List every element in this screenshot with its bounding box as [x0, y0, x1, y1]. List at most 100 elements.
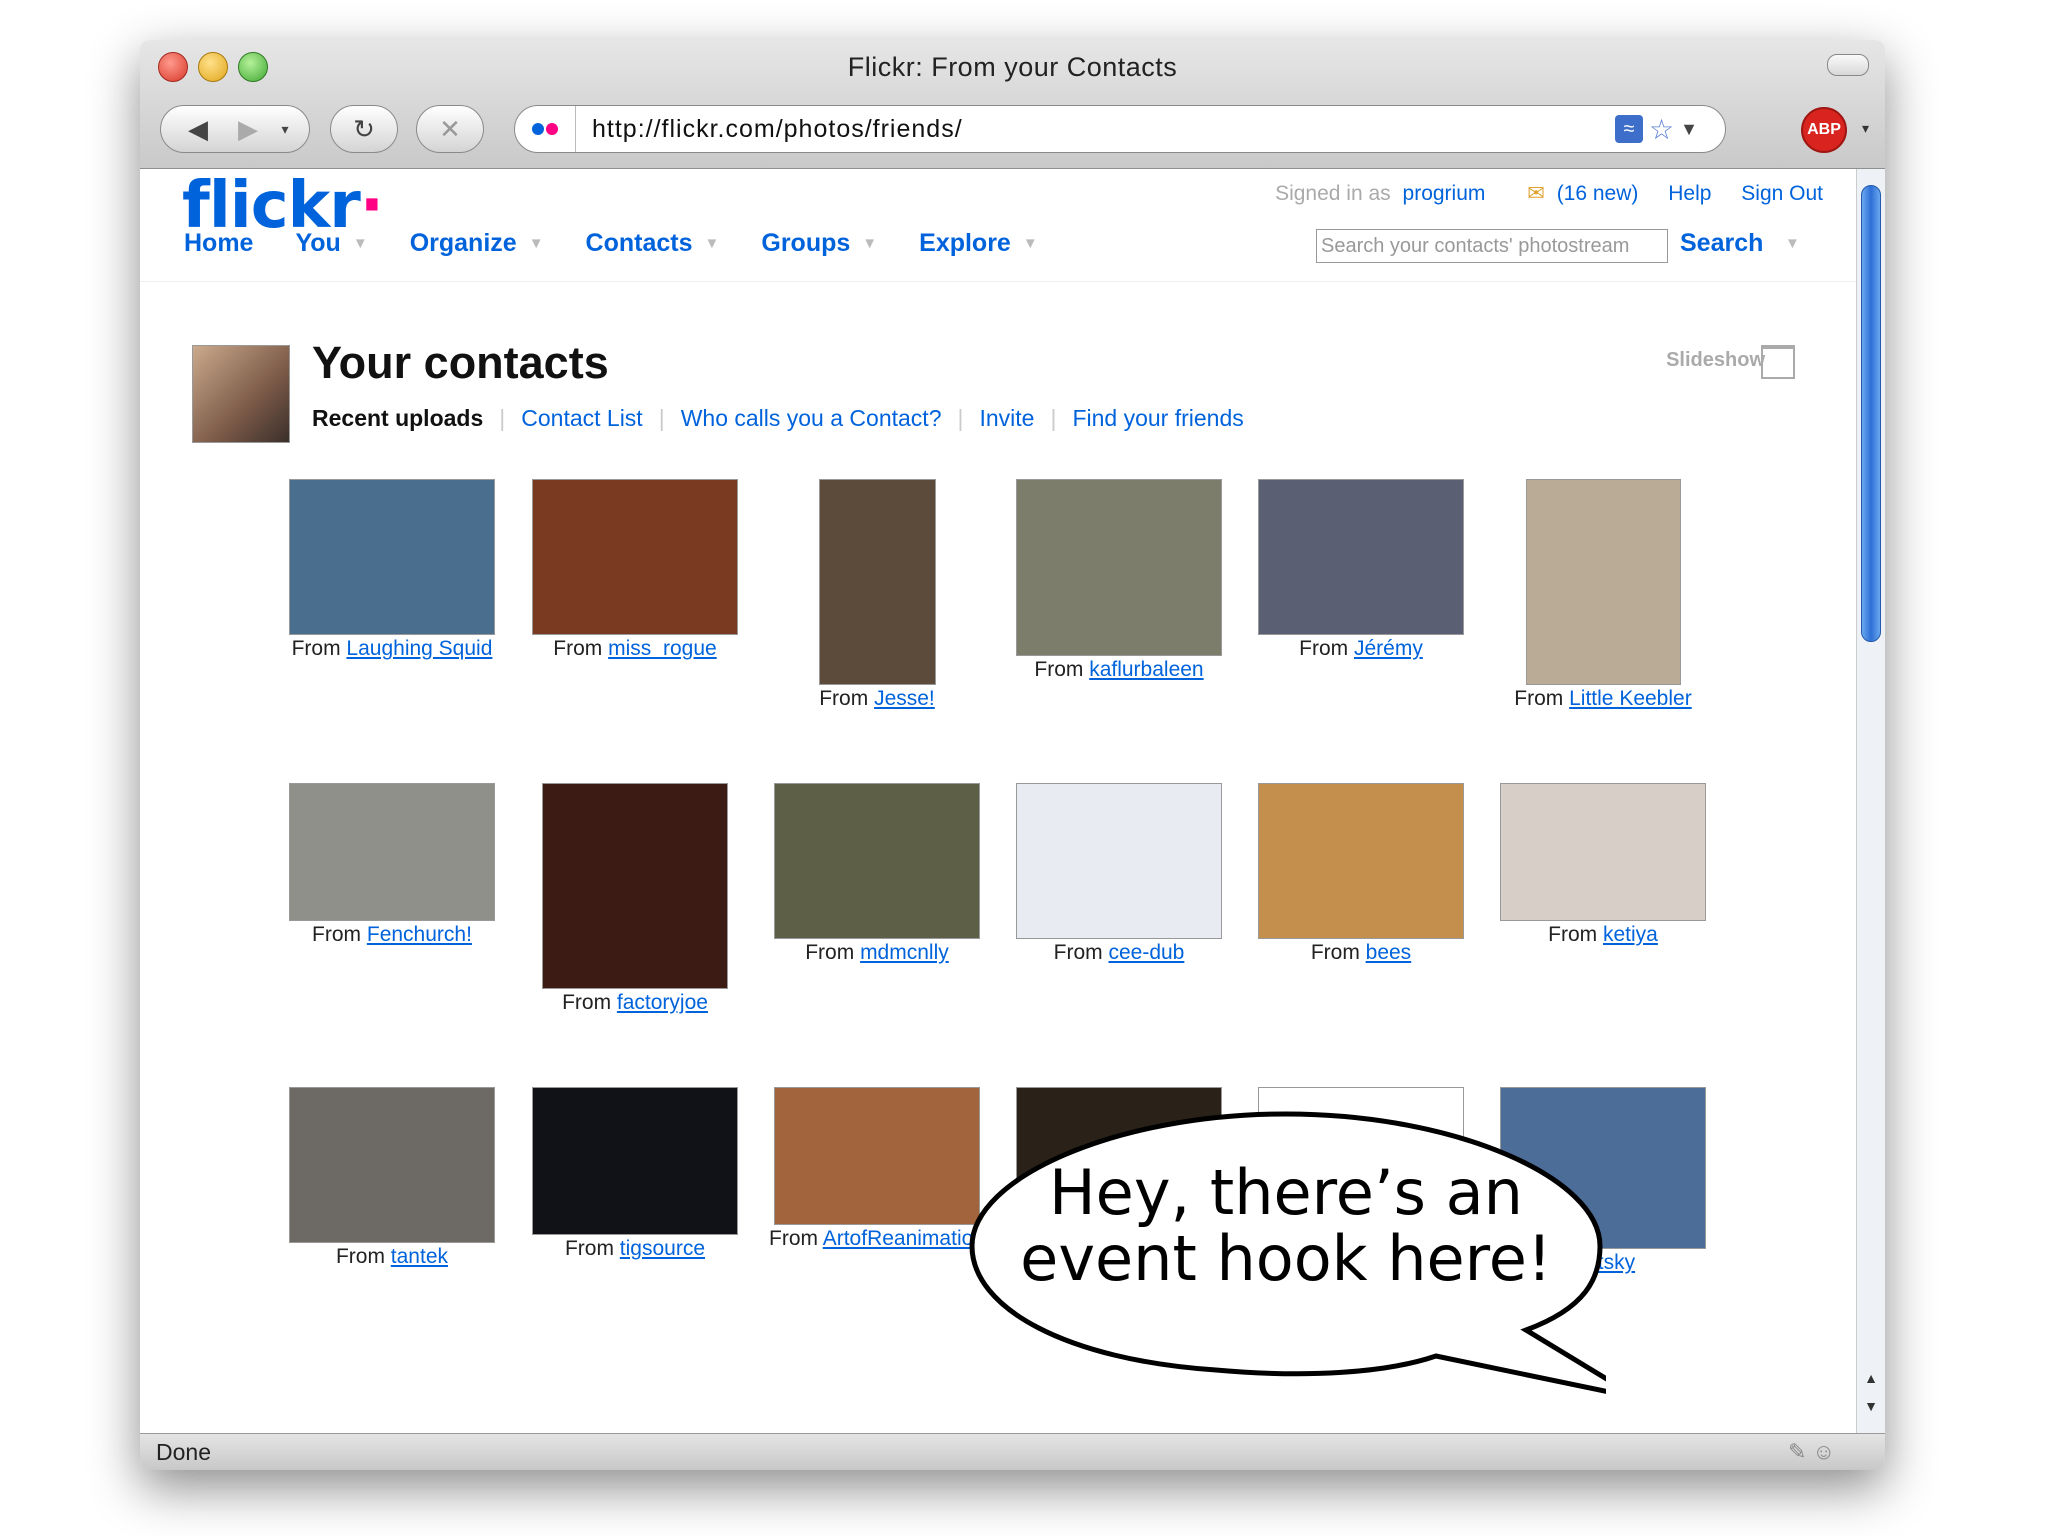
status-text: Done — [156, 1439, 211, 1465]
photo-thumbnail[interactable] — [532, 1087, 738, 1235]
photo-thumbnail[interactable] — [1500, 783, 1706, 921]
bookmark-star-icon[interactable]: ☆ — [1649, 113, 1674, 146]
stop-button[interactable]: ✕ — [416, 105, 484, 153]
contact-user-link[interactable]: ArtofReanimation — [823, 1227, 985, 1250]
username-link[interactable]: progrium — [1403, 182, 1486, 205]
contact-user-link[interactable]: tantek — [391, 1245, 448, 1268]
photo-card[interactable]: From ArtofReanimation — [769, 1087, 985, 1251]
photo-thumbnail[interactable] — [1016, 479, 1222, 656]
scroll-up-icon[interactable]: ▲ — [1857, 1370, 1885, 1386]
forward-arrow-icon[interactable]: ▶ — [223, 114, 273, 145]
photo-caption: From Jérémy — [1299, 637, 1423, 661]
avatar[interactable] — [192, 345, 290, 443]
close-icon: ✕ — [439, 113, 461, 144]
photo-thumbnail[interactable] — [289, 1087, 495, 1243]
photo-thumbnail[interactable] — [542, 783, 728, 989]
photo-caption: From kaflurbaleen — [1034, 658, 1203, 682]
photo-card[interactable]: From cee-dub — [1016, 783, 1222, 965]
photo-card[interactable]: From miss_rogue — [532, 479, 738, 661]
photo-thumbnail[interactable] — [1016, 783, 1222, 939]
photo-thumbnail[interactable] — [774, 1087, 980, 1225]
nav-organize[interactable]: Organize ▼ — [410, 229, 544, 258]
chevron-down-icon: ▼ — [1022, 235, 1038, 252]
photo-thumbnail[interactable] — [818, 479, 936, 685]
contact-user-link[interactable]: cee-dub — [1108, 941, 1184, 964]
contact-user-link[interactable]: Little Keebler — [1569, 687, 1692, 710]
tab-find-friends[interactable]: Find your friends — [1072, 405, 1243, 432]
photo-thumbnail[interactable] — [1525, 479, 1681, 685]
nav-explore[interactable]: Explore ▼ — [919, 229, 1038, 258]
sign-out-link[interactable]: Sign Out — [1741, 182, 1823, 205]
adblock-dropdown-icon[interactable]: ▾ — [1862, 120, 1869, 137]
contact-user-link[interactable]: ketiya — [1603, 923, 1658, 946]
photo-caption: From mdmcnlly — [805, 941, 949, 965]
mail-icon[interactable]: ✉ — [1527, 182, 1545, 205]
back-arrow-icon[interactable]: ◀ — [173, 114, 223, 145]
url-dropdown-icon[interactable]: ▼ — [1680, 119, 1698, 140]
photo-card[interactable]: From Fenchurch! — [289, 783, 495, 947]
photo-card[interactable]: From Laughing Squid — [289, 479, 495, 661]
contact-user-link[interactable]: Laughing Squid — [346, 637, 492, 660]
nav-home[interactable]: Home — [184, 229, 253, 258]
photo-card[interactable]: From factoryjoe — [542, 783, 728, 1015]
mail-count-link[interactable]: (16 new) — [1557, 182, 1639, 205]
contact-user-link[interactable]: factoryjoe — [617, 991, 708, 1014]
chevron-down-icon: ▼ — [862, 235, 878, 252]
photo-thumbnail[interactable] — [1258, 479, 1464, 635]
callout-text: Hey, there’s an event hook here! — [998, 1160, 1574, 1292]
scrollbar-thumb[interactable] — [1861, 185, 1881, 642]
nav-contacts[interactable]: Contacts ▼ — [586, 229, 720, 258]
contact-user-link[interactable]: bees — [1366, 941, 1412, 964]
address-bar[interactable]: http://flickr.com/photos/friends/ ≈ ☆ ▼ — [514, 105, 1726, 153]
search-button[interactable]: Search — [1680, 229, 1763, 258]
tab-invite[interactable]: Invite — [979, 405, 1034, 432]
scroll-down-icon[interactable]: ▼ — [1857, 1398, 1885, 1414]
history-dropdown-icon[interactable]: ▾ — [273, 121, 297, 138]
photo-caption: From Jesse! — [819, 687, 935, 711]
photo-caption: From cee-dub — [1054, 941, 1185, 965]
nav-groups[interactable]: Groups ▼ — [761, 229, 877, 258]
contact-user-link[interactable]: tigsource — [620, 1237, 705, 1260]
toolbar-toggle-button[interactable] — [1827, 54, 1869, 76]
photo-card[interactable]: From tantek — [289, 1087, 495, 1269]
chevron-down-icon: ▼ — [704, 235, 720, 252]
help-link[interactable]: Help — [1668, 182, 1711, 205]
vertical-scrollbar[interactable]: ▲ ▼ — [1856, 169, 1885, 1434]
adblock-button[interactable]: ABP — [1801, 107, 1847, 153]
contact-user-link[interactable]: Jérémy — [1354, 637, 1423, 660]
photo-card[interactable]: From ketiya — [1500, 783, 1706, 947]
search-dropdown-icon[interactable]: ▼ — [1785, 235, 1800, 252]
photo-caption: From miss_rogue — [553, 637, 716, 661]
nav-you[interactable]: You ▼ — [295, 229, 367, 258]
photo-card[interactable]: From Little Keebler — [1514, 479, 1692, 711]
search-input[interactable]: Search your contacts' photostream — [1316, 229, 1668, 263]
photo-thumbnail[interactable] — [289, 783, 495, 921]
contact-user-link[interactable]: Fenchurch! — [367, 923, 472, 946]
caption-from-label: From — [805, 941, 861, 964]
photo-thumbnail[interactable] — [532, 479, 738, 635]
nav-divider — [140, 281, 1857, 282]
contact-user-link[interactable]: Jesse! — [874, 687, 935, 710]
slideshow-icon[interactable] — [1761, 345, 1795, 379]
photo-card[interactable]: From tigsource — [532, 1087, 738, 1261]
photo-thumbnail[interactable] — [289, 479, 495, 635]
status-bar: Done ✎ ☺ — [140, 1433, 1885, 1470]
photo-card[interactable]: From Jesse! — [818, 479, 936, 711]
rss-feed-icon[interactable]: ≈ — [1615, 115, 1643, 143]
tab-contact-list[interactable]: Contact List — [521, 405, 642, 432]
contact-user-link[interactable]: mdmcnlly — [860, 941, 949, 964]
photo-thumbnail[interactable] — [1258, 783, 1464, 939]
contact-user-link[interactable]: kaflurbaleen — [1089, 658, 1203, 681]
photo-thumbnail[interactable] — [774, 783, 980, 939]
reload-button[interactable]: ↻ — [330, 105, 398, 153]
url-text[interactable]: http://flickr.com/photos/friends/ — [576, 115, 1615, 144]
caption-from-label: From — [553, 637, 609, 660]
photo-card[interactable]: From bees — [1258, 783, 1464, 965]
slideshow-link[interactable]: Slideshow — [1666, 349, 1765, 372]
photo-card[interactable]: From kaflurbaleen — [1016, 479, 1222, 682]
tab-who-calls-you-contact[interactable]: Who calls you a Contact? — [681, 405, 942, 432]
contact-user-link[interactable]: miss_rogue — [608, 637, 717, 660]
main-nav: Home You ▼ Organize ▼ Contacts ▼ Groups ▼ Ex… — [184, 229, 1080, 258]
photo-card[interactable]: From mdmcnlly — [774, 783, 980, 965]
photo-card[interactable]: From Jérémy — [1258, 479, 1464, 661]
